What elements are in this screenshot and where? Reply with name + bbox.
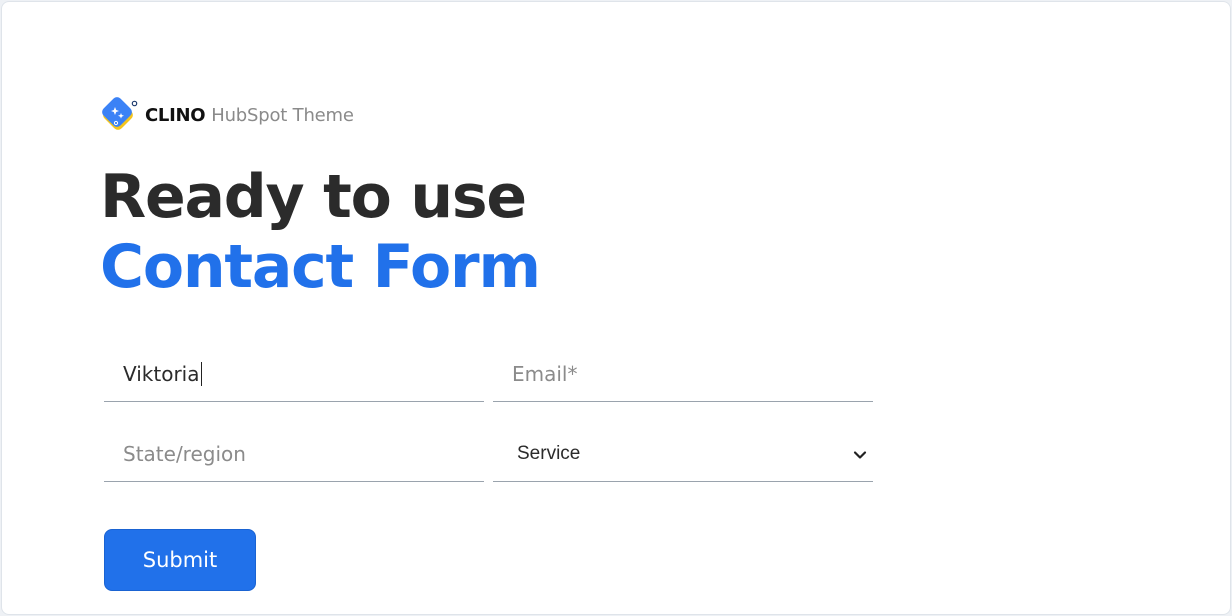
email-field[interactable] [512,361,873,386]
submit-button[interactable]: Submit [104,529,256,591]
clino-logo-icon [101,97,139,133]
headline-line-1: Ready to use [100,162,527,232]
page-title: Ready to use Contact Form [100,162,541,302]
service-select-value: Service [517,442,581,464]
page-card: CLINO HubSpot Theme Ready to use Contact… [1,1,1231,615]
state-region-field[interactable] [123,441,484,466]
brand-subtitle: HubSpot Theme [211,104,354,126]
state-field-wrapper [104,426,484,482]
brand: CLINO HubSpot Theme [101,97,354,133]
first-name-value: Viktoria [123,361,200,386]
first-name-field[interactable]: Viktoria [104,346,484,402]
brand-name: CLINO [145,104,206,126]
text-cursor [200,361,202,386]
service-select[interactable]: Service [493,426,873,482]
chevron-down-icon [851,445,869,463]
headline-line-2: Contact Form [100,232,541,302]
email-field-wrapper [493,346,873,402]
